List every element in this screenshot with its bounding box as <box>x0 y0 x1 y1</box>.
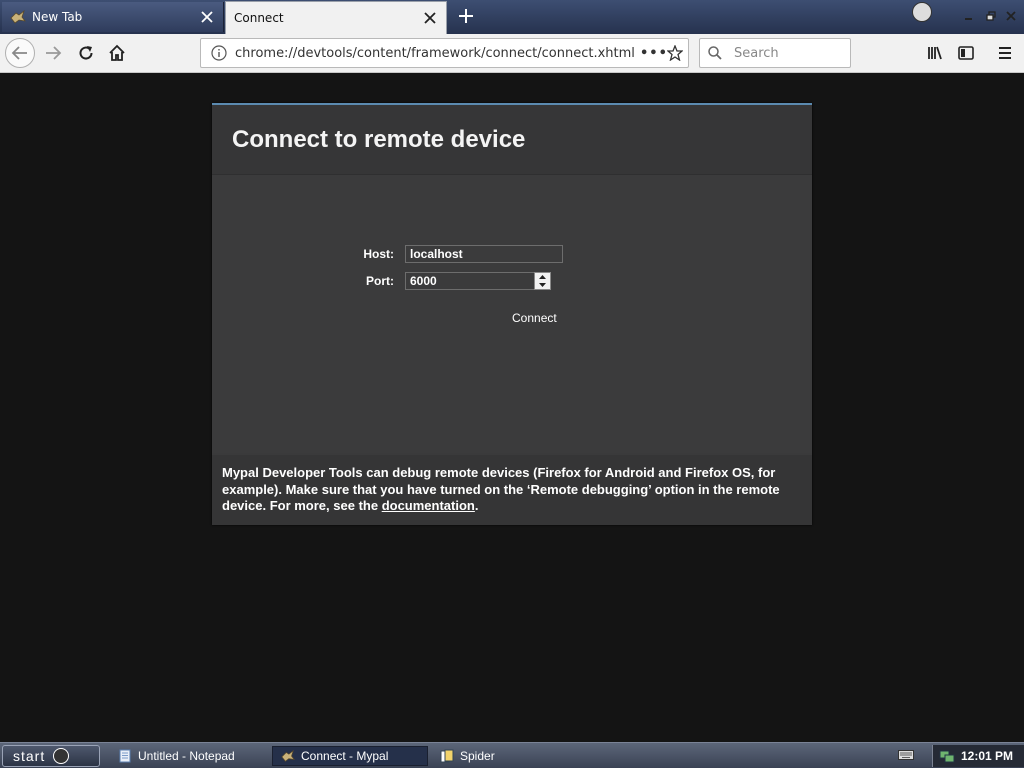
taskbar-item-label: Untitled - Notepad <box>138 749 235 763</box>
page-title: Connect to remote device <box>232 125 526 153</box>
url-text[interactable]: chrome://devtools/content/framework/conn… <box>235 46 640 61</box>
arrow-right-icon <box>46 46 62 60</box>
mypal-logo-icon <box>281 749 295 762</box>
start-button[interactable]: start <box>2 745 100 767</box>
network-icon[interactable] <box>939 748 955 764</box>
help-footer: Mypal Developer Tools can debug remote d… <box>212 455 812 525</box>
forward-button[interactable] <box>39 39 67 67</box>
page-content: Connect to remote device Host: Port: <box>0 73 1024 742</box>
port-label: Port: <box>366 274 394 288</box>
help-text-end: . <box>474 498 479 513</box>
minimize-button[interactable] <box>958 6 980 26</box>
restore-icon <box>986 11 996 21</box>
help-text: Mypal Developer Tools can debug remote d… <box>222 465 780 513</box>
port-row: Port: <box>212 272 812 292</box>
start-label: start <box>13 748 46 764</box>
taskbar-item-spider[interactable]: Spider <box>432 746 572 766</box>
close-tab-icon[interactable] <box>197 7 217 27</box>
minimize-icon <box>965 18 972 20</box>
port-input[interactable] <box>405 272 535 290</box>
back-button[interactable] <box>5 38 35 68</box>
taskbar-item-label: Connect - Mypal <box>301 749 389 763</box>
mypal-logo-icon <box>10 9 26 25</box>
connect-panel: Connect to remote device Host: Port: <box>212 103 812 525</box>
sidebar-toggle-button[interactable] <box>952 39 980 67</box>
tab-new-tab[interactable]: New Tab <box>2 2 224 32</box>
navigation-toolbar: chrome://devtools/content/framework/conn… <box>0 34 1024 73</box>
library-button[interactable] <box>921 39 949 67</box>
taskbar: start Untitled - Notepad Connect - Mypal… <box>0 742 1024 768</box>
tab-connect[interactable]: Connect <box>225 1 447 34</box>
documentation-link[interactable]: documentation <box>382 498 475 513</box>
tab-strip: New Tab Connect <box>0 0 1024 34</box>
home-button[interactable] <box>103 39 131 67</box>
main-menu-button[interactable] <box>991 39 1019 67</box>
close-tab-icon[interactable] <box>420 8 440 28</box>
reload-button[interactable] <box>72 39 100 67</box>
port-stepper[interactable] <box>534 272 551 290</box>
stepper-down-icon[interactable] <box>535 281 550 289</box>
panel-header: Connect to remote device <box>212 105 812 175</box>
sidebar-icon <box>958 46 974 60</box>
hamburger-menu-icon <box>999 47 1011 59</box>
close-icon <box>1006 11 1016 21</box>
bookmark-star-icon[interactable] <box>662 45 688 61</box>
notepad-icon <box>119 749 131 763</box>
host-label: Host: <box>363 247 394 261</box>
tab-label: Connect <box>234 11 284 25</box>
host-input[interactable] <box>405 245 563 263</box>
new-tab-button[interactable] <box>455 5 477 27</box>
arrow-left-icon <box>11 46 27 60</box>
host-row: Host: <box>212 245 812 265</box>
close-window-button[interactable] <box>1000 6 1022 26</box>
connect-form: Host: Port: Connect <box>212 175 812 453</box>
system-tray: 12:01 PM <box>932 745 1024 767</box>
start-orb-icon <box>53 748 70 764</box>
search-bar[interactable] <box>699 38 851 68</box>
taskbar-item-mypal[interactable]: Connect - Mypal <box>272 746 428 766</box>
home-icon <box>109 44 125 61</box>
clock[interactable]: 12:01 PM <box>961 749 1013 763</box>
plus-icon <box>459 9 473 23</box>
stepper-up-icon[interactable] <box>535 273 550 281</box>
reload-icon <box>79 46 93 60</box>
theme-badge-icon <box>912 2 932 22</box>
taskbar-item-notepad[interactable]: Untitled - Notepad <box>110 746 268 766</box>
taskbar-item-label: Spider <box>460 749 495 763</box>
restore-button[interactable] <box>980 6 1002 26</box>
info-icon[interactable] <box>211 45 227 61</box>
url-bar[interactable]: chrome://devtools/content/framework/conn… <box>200 38 689 68</box>
keyboard-tray-icon[interactable] <box>898 749 914 761</box>
search-icon <box>708 46 724 60</box>
library-icon <box>928 46 942 60</box>
spider-cards-icon <box>440 749 454 763</box>
tab-label: New Tab <box>32 10 83 24</box>
page-actions-menu-icon[interactable]: ••• <box>640 46 667 61</box>
connect-button[interactable]: Connect <box>512 311 557 325</box>
search-input[interactable] <box>732 44 846 62</box>
